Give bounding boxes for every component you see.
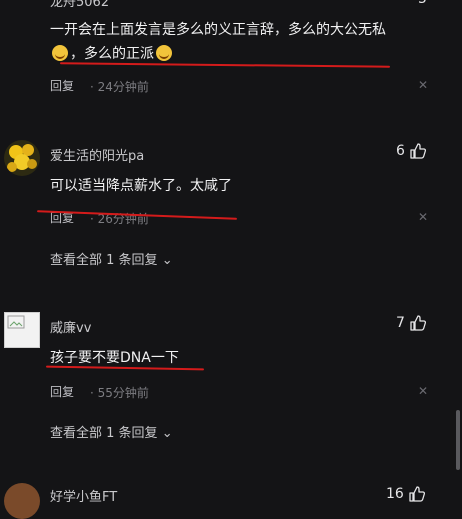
comment-text: 一开会在上面发言是多么的义正言辞，多么的大公无私 ，多么的正派 bbox=[50, 18, 450, 66]
like-count: 7 bbox=[396, 315, 405, 331]
comment-time: · 24分钟前 bbox=[90, 80, 149, 94]
close-icon[interactable]: ✕ bbox=[418, 210, 428, 224]
like-button[interactable]: 7 bbox=[396, 315, 426, 331]
like-button[interactable]: 5 bbox=[418, 0, 427, 7]
reply-button[interactable]: 回复 bbox=[50, 77, 74, 94]
avatar[interactable] bbox=[4, 140, 40, 176]
comment-text-line: 一开会在上面发言是多么的义正言辞，多么的大公无私 bbox=[50, 22, 386, 38]
thumbs-up-icon bbox=[409, 486, 425, 502]
comment-time: · 55分钟前 bbox=[90, 386, 149, 400]
like-count: 5 bbox=[418, 0, 427, 7]
time-text: 24分钟前 bbox=[97, 80, 149, 94]
view-replies-label: 查看全部 1 条回复 bbox=[50, 426, 158, 441]
close-icon[interactable]: ✕ bbox=[418, 78, 428, 92]
like-button[interactable]: 16 bbox=[386, 486, 425, 502]
avatar[interactable] bbox=[4, 483, 40, 519]
thumbs-up-icon bbox=[410, 143, 426, 159]
chevron-down-icon: ⌄ bbox=[161, 253, 173, 268]
laughing-emoji-icon bbox=[52, 45, 68, 61]
view-all-replies-button[interactable]: 查看全部 1 条回复 ⌄ bbox=[50, 249, 173, 268]
laughing-emoji-icon bbox=[156, 45, 172, 61]
avatar[interactable] bbox=[4, 312, 40, 348]
comment-username[interactable]: 龙舟5062 bbox=[50, 0, 109, 10]
flower-avatar-icon bbox=[7, 144, 37, 172]
comment-username[interactable]: 爱生活的阳光pa bbox=[50, 145, 144, 164]
comment-username[interactable]: 威廉vv bbox=[50, 317, 91, 336]
red-annotation-underline bbox=[45, 365, 205, 371]
like-count: 16 bbox=[386, 486, 404, 502]
scrollbar-thumb[interactable] bbox=[456, 410, 460, 470]
broken-image-icon bbox=[7, 315, 25, 329]
view-replies-label: 查看全部 1 条回复 bbox=[50, 253, 158, 268]
close-icon[interactable]: ✕ bbox=[418, 384, 428, 398]
view-all-replies-button[interactable]: 查看全部 1 条回复 ⌄ bbox=[50, 422, 173, 441]
like-count: 6 bbox=[396, 143, 405, 159]
thumbs-up-icon bbox=[410, 315, 426, 331]
chevron-down-icon: ⌄ bbox=[161, 426, 173, 441]
like-button[interactable]: 6 bbox=[396, 143, 426, 159]
comment-text-continued: ，多么的正派 bbox=[70, 46, 154, 62]
comment-username[interactable]: 好学小鱼FT bbox=[50, 486, 117, 505]
reply-button[interactable]: 回复 bbox=[50, 383, 74, 400]
comment-text: 孩子要不要DNA一下 bbox=[50, 350, 179, 366]
time-text: 55分钟前 bbox=[97, 386, 149, 400]
comment-text: 可以适当降点薪水了。太咸了 bbox=[50, 178, 232, 194]
